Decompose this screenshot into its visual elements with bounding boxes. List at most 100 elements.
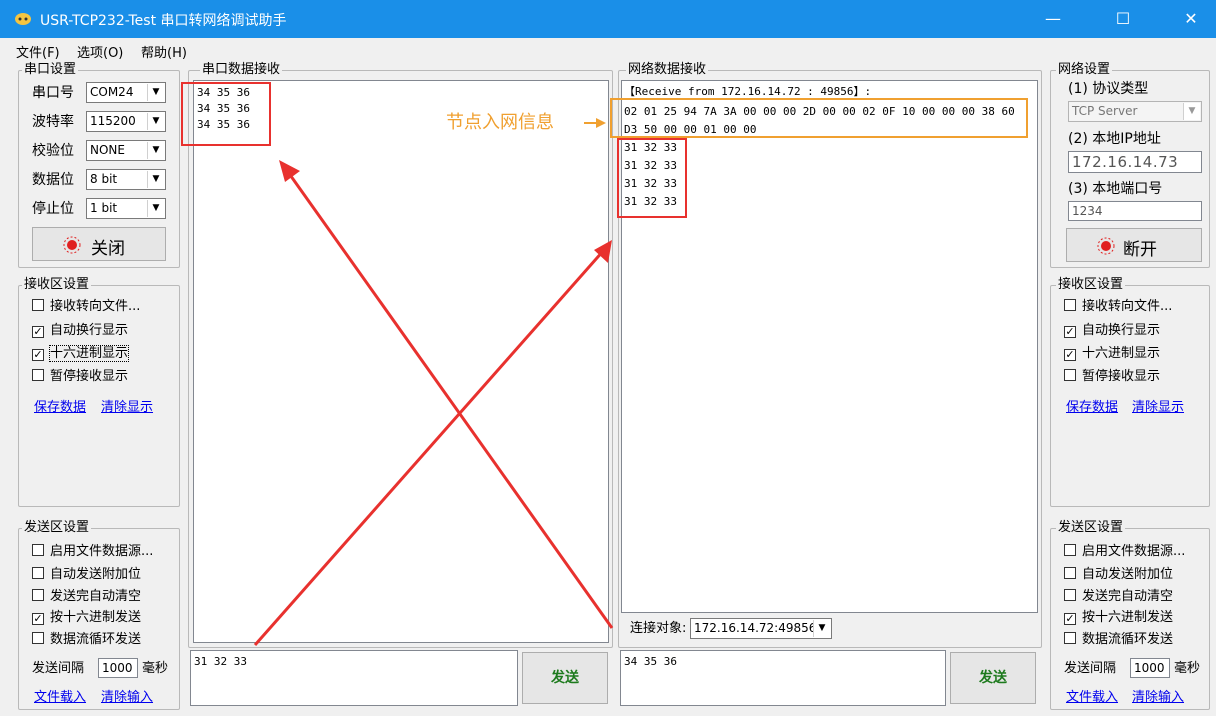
left-send-opt-4[interactable]: 数据流循环发送 [32, 631, 141, 649]
serial-send-button[interactable]: 发送 [522, 652, 608, 704]
right-send-opt-1[interactable]: 自动发送附加位 [1064, 566, 1173, 584]
left-interval-unit: 毫秒 [142, 661, 169, 676]
status-led-icon [63, 236, 81, 254]
right-send-opt-4[interactable]: 数据流循环发送 [1064, 631, 1173, 649]
right-recv-opt-2[interactable]: ✓ 十六进制显示 [1064, 345, 1160, 363]
disconnect-label: 断开 [1123, 240, 1157, 260]
option-label: 自动发送附加位 [50, 567, 142, 582]
parity-value: NONE [90, 143, 125, 157]
checkbox-checked-icon: ✓ [32, 325, 44, 338]
checkbox-icon [1064, 589, 1076, 601]
left-recv-opt-1[interactable]: ✓ 自动换行显示 [32, 322, 128, 340]
close-window-button[interactable]: ✕ [1168, 0, 1214, 38]
left-recv-opt-2[interactable]: ✓ 十六进制显示 [32, 345, 130, 363]
checkbox-icon [1064, 369, 1076, 381]
port-select[interactable]: COM24 ▼ [86, 82, 166, 103]
left-send-opt-1[interactable]: 自动发送附加位 [32, 566, 141, 584]
disconnect-button[interactable]: 断开 [1066, 228, 1202, 262]
left-send-opt-0[interactable]: 启用文件数据源... [32, 543, 153, 561]
menu-file[interactable]: 文件(F) [16, 42, 60, 61]
menu-help[interactable]: 帮助(H) [141, 42, 187, 61]
app-icon [15, 13, 31, 25]
annotation-box-serial-rx [181, 82, 271, 146]
right-send-settings-title: 发送区设置 [1056, 520, 1126, 536]
network-send-text: 34 35 36 [624, 655, 677, 668]
right-save-data-link[interactable]: 保存数据 [1066, 396, 1118, 415]
option-label: 十六进制显示 [48, 345, 130, 362]
left-send-settings-title: 发送区设置 [22, 520, 92, 536]
left-receive-settings-title: 接收区设置 [22, 277, 92, 293]
checkbox-checked-icon: ✓ [32, 348, 44, 361]
stopbits-label: 停止位 [32, 201, 74, 217]
right-interval-label: 发送间隔 [1064, 661, 1117, 676]
connection-select[interactable]: 172.16.14.72:49856 ▼ [690, 618, 832, 639]
parity-label: 校验位 [32, 143, 74, 159]
checkbox-icon [32, 299, 44, 311]
left-interval-input[interactable]: 1000 [98, 658, 138, 678]
chevron-down-icon: ▼ [147, 142, 164, 159]
right-recv-opt-1[interactable]: ✓ 自动换行显示 [1064, 322, 1160, 340]
checkbox-icon [1064, 567, 1076, 579]
chevron-down-icon: ▼ [1183, 103, 1200, 120]
right-send-opt-2[interactable]: 发送完自动清空 [1064, 588, 1173, 606]
local-port-label: (3) 本地端口号 [1068, 181, 1163, 197]
network-send-button[interactable]: 发送 [950, 652, 1036, 704]
connection-value: 172.16.14.72:49856 [694, 621, 817, 635]
right-file-load-link[interactable]: 文件载入 [1066, 686, 1118, 705]
left-save-data-link[interactable]: 保存数据 [34, 396, 86, 415]
serial-send-text: 31 32 33 [194, 655, 247, 668]
checkbox-icon [32, 369, 44, 381]
checkbox-icon [32, 632, 44, 644]
left-clear-display-link[interactable]: 清除显示 [101, 396, 153, 415]
right-recv-opt-0[interactable]: 接收转向文件... [1064, 298, 1172, 316]
checkbox-icon [1064, 299, 1076, 311]
option-label: 启用文件数据源... [50, 544, 154, 559]
window-title: USR-TCP232-Test 串口转网络调试助手 [40, 13, 287, 29]
right-send-opt-3[interactable]: ✓ 按十六进制发送 [1064, 609, 1173, 627]
close-port-button[interactable]: 关闭 [32, 227, 166, 261]
serial-receive-area[interactable]: 34 35 36 34 35 36 34 35 36 [193, 80, 609, 643]
right-recv-opt-3[interactable]: 暂停接收显示 [1064, 368, 1160, 386]
checkbox-checked-icon: ✓ [1064, 348, 1076, 361]
option-label: 暂停接收显示 [50, 369, 129, 384]
serial-receive-title: 串口数据接收 [200, 62, 283, 78]
checkbox-icon [1064, 544, 1076, 556]
network-send-input[interactable]: 34 35 36 [620, 650, 946, 706]
port-value: COM24 [90, 85, 134, 99]
databits-value: 8 bit [90, 172, 118, 186]
chevron-down-icon: ▼ [147, 113, 164, 130]
right-clear-display-link[interactable]: 清除显示 [1132, 396, 1184, 415]
baud-label: 波特率 [32, 114, 74, 130]
option-label: 十六进制显示 [1082, 346, 1161, 361]
protocol-select[interactable]: TCP Server ▼ [1068, 101, 1202, 122]
annotation-arrow-icon [584, 118, 606, 128]
databits-select[interactable]: 8 bit ▼ [86, 169, 166, 190]
left-send-opt-3[interactable]: ✓ 按十六进制发送 [32, 609, 141, 627]
serial-settings-title: 串口设置 [22, 62, 79, 78]
port-label: 串口号 [32, 85, 74, 101]
right-clear-input-link[interactable]: 清除输入 [1132, 686, 1184, 705]
left-send-opt-2[interactable]: 发送完自动清空 [32, 588, 141, 606]
protocol-value: TCP Server [1072, 104, 1138, 118]
stopbits-value: 1 bit [90, 201, 118, 215]
chevron-down-icon: ▼ [147, 200, 164, 217]
option-label: 自动换行显示 [1082, 323, 1161, 338]
left-file-load-link[interactable]: 文件载入 [34, 686, 86, 705]
serial-send-input[interactable]: 31 32 33 [190, 650, 518, 706]
stopbits-select[interactable]: 1 bit ▼ [86, 198, 166, 219]
left-recv-opt-3[interactable]: 暂停接收显示 [32, 368, 128, 386]
checkbox-icon [32, 544, 44, 556]
parity-select[interactable]: NONE ▼ [86, 140, 166, 161]
left-clear-input-link[interactable]: 清除输入 [101, 686, 153, 705]
menu-options[interactable]: 选项(O) [77, 42, 123, 61]
baud-select[interactable]: 115200 ▼ [86, 111, 166, 132]
right-interval-input[interactable]: 1000 [1130, 658, 1170, 678]
ip-input[interactable]: 172.16.14.73 [1068, 151, 1202, 173]
right-send-opt-0[interactable]: 启用文件数据源... [1064, 543, 1185, 561]
title-bar: USR-TCP232-Test 串口转网络调试助手 — ☐ ✕ [0, 0, 1216, 38]
local-port-input[interactable]: 1234 [1068, 201, 1202, 221]
databits-label: 数据位 [32, 172, 74, 188]
minimize-button[interactable]: — [1030, 0, 1076, 38]
left-recv-opt-0[interactable]: 接收转向文件... [32, 298, 140, 316]
maximize-button[interactable]: ☐ [1100, 0, 1146, 38]
